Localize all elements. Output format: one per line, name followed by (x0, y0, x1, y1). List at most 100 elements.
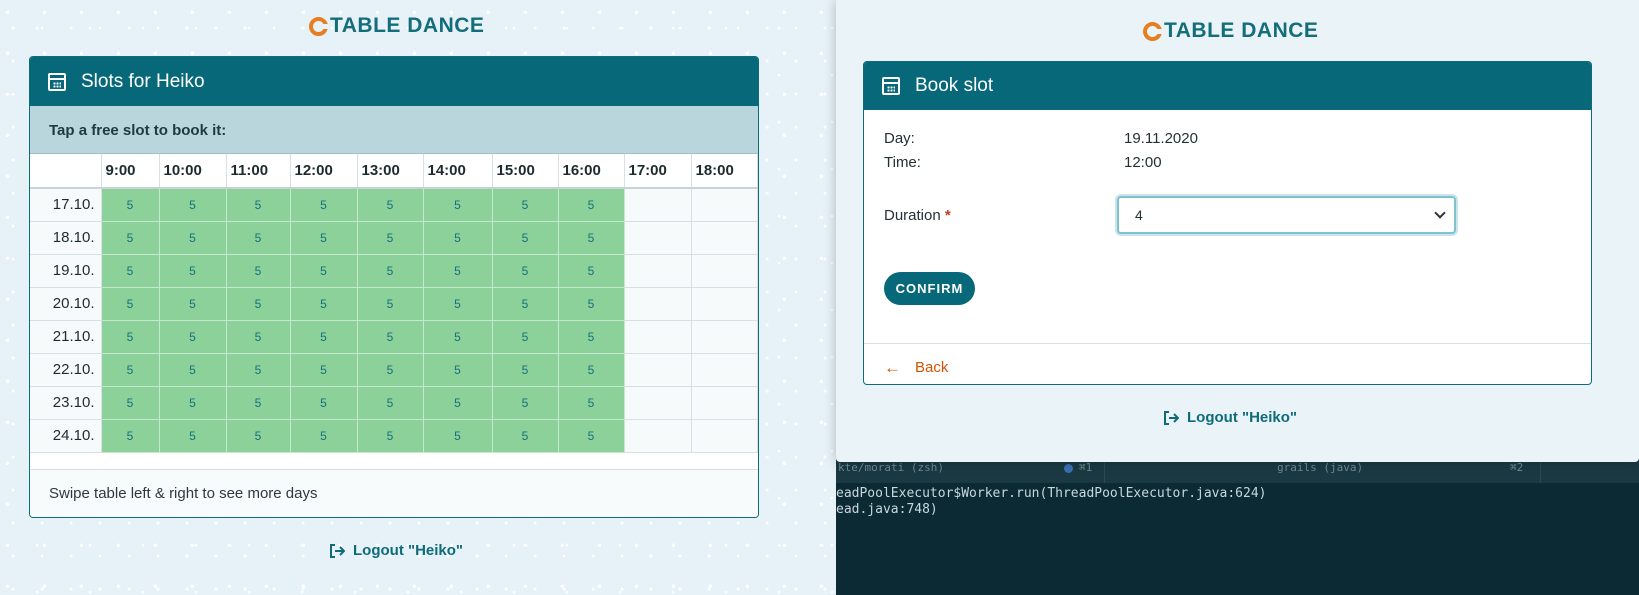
free-slot-cell[interactable]: 5 (101, 254, 160, 288)
free-slot-cell[interactable]: 5 (558, 386, 625, 420)
logout-link[interactable]: Logout "Heiko" (1163, 409, 1297, 426)
free-slot-cell[interactable]: 5 (492, 221, 559, 255)
free-slot-cell[interactable]: 5 (492, 419, 559, 453)
table-row: 17.10. 5 5 5 5 5 5 5 5 (30, 188, 758, 222)
table-row: 23.10. 5 5 5 5 5 5 5 5 (30, 386, 758, 420)
table-row: 21.10. 5 5 5 5 5 5 5 5 (30, 320, 758, 354)
free-slot-cell[interactable]: 5 (101, 353, 160, 387)
free-slot-cell[interactable]: 5 (159, 386, 227, 420)
logout-label: Logout "Heiko" (1187, 409, 1298, 426)
back-label: Back (915, 359, 949, 376)
free-slot-cell[interactable]: 5 (492, 320, 559, 354)
table-row: 19.10. 5 5 5 5 5 5 5 5 (30, 254, 758, 288)
duration-label: Duration * (884, 207, 1117, 224)
hour-header: 9:00 (101, 154, 160, 189)
free-slot-cell[interactable]: 5 (357, 320, 424, 354)
time-value: 12:00 (1124, 154, 1162, 171)
empty-slot-cell (691, 188, 758, 222)
free-slot-cell[interactable]: 5 (492, 353, 559, 387)
table-row: 20.10. 5 5 5 5 5 5 5 5 (30, 287, 758, 321)
logout-link[interactable]: Logout "Heiko" (329, 542, 463, 559)
free-slot-cell[interactable]: 5 (226, 188, 291, 222)
free-slot-cell[interactable]: 5 (290, 221, 358, 255)
free-slot-cell[interactable]: 5 (290, 254, 358, 288)
free-slot-cell[interactable]: 5 (290, 320, 358, 354)
free-slot-cell[interactable]: 5 (558, 254, 625, 288)
free-slot-cell[interactable]: 5 (101, 386, 160, 420)
empty-slot-cell (691, 254, 758, 288)
free-slot-cell[interactable]: 5 (159, 419, 227, 453)
free-slot-cell[interactable]: 5 (226, 320, 291, 354)
empty-slot-cell (624, 188, 692, 222)
free-slot-cell[interactable]: 5 (226, 287, 291, 321)
slots-header-row: 9:00 10:00 11:00 12:00 13:00 14:00 15:00… (30, 154, 758, 189)
free-slot-cell[interactable]: 5 (159, 254, 227, 288)
free-slot-cell[interactable]: 5 (226, 353, 291, 387)
free-slot-cell[interactable]: 5 (423, 386, 493, 420)
free-slot-cell[interactable]: 5 (226, 254, 291, 288)
logout-icon (1164, 410, 1179, 425)
free-slot-cell[interactable]: 5 (492, 188, 559, 222)
free-slot-cell[interactable]: 5 (357, 386, 424, 420)
free-slot-cell[interactable]: 5 (357, 353, 424, 387)
free-slot-cell[interactable]: 5 (101, 287, 160, 321)
free-slot-cell[interactable]: 5 (290, 386, 358, 420)
free-slot-cell[interactable]: 5 (290, 188, 358, 222)
free-slot-cell[interactable]: 5 (226, 221, 291, 255)
time-row: Time: 12:00 (884, 154, 1571, 178)
table-row: 22.10. 5 5 5 5 5 5 5 5 (30, 353, 758, 387)
free-slot-cell[interactable]: 5 (492, 254, 559, 288)
free-slot-cell[interactable]: 5 (423, 287, 493, 321)
duration-select[interactable]: 4 (1117, 196, 1456, 234)
free-slot-cell[interactable]: 5 (558, 287, 625, 321)
free-slot-cell[interactable]: 5 (558, 320, 625, 354)
free-slot-cell[interactable]: 5 (492, 287, 559, 321)
free-slot-cell[interactable]: 5 (226, 419, 291, 453)
free-slot-cell[interactable]: 5 (290, 353, 358, 387)
day-label: 20.10. (30, 287, 102, 321)
free-slot-cell[interactable]: 5 (558, 188, 625, 222)
free-slot-cell[interactable]: 5 (423, 221, 493, 255)
free-slot-cell[interactable]: 5 (159, 320, 227, 354)
app-logo[interactable]: TABLE DANCE (1143, 19, 1318, 43)
day-label: 24.10. (30, 419, 102, 453)
free-slot-cell[interactable]: 5 (423, 419, 493, 453)
free-slot-cell[interactable]: 5 (558, 419, 625, 453)
free-slot-cell[interactable]: 5 (423, 188, 493, 222)
free-slot-cell[interactable]: 5 (357, 221, 424, 255)
back-link[interactable]: ← Back (864, 343, 1591, 384)
free-slot-cell[interactable]: 5 (357, 419, 424, 453)
free-slot-cell[interactable]: 5 (159, 221, 227, 255)
free-slot-cell[interactable]: 5 (558, 353, 625, 387)
free-slot-cell[interactable]: 5 (101, 320, 160, 354)
free-slot-cell[interactable]: 5 (159, 188, 227, 222)
free-slot-cell[interactable]: 5 (492, 386, 559, 420)
free-slot-cell[interactable]: 5 (290, 419, 358, 453)
logo-mark-icon (309, 16, 328, 36)
free-slot-cell[interactable]: 5 (357, 188, 424, 222)
free-slot-cell[interactable]: 5 (423, 320, 493, 354)
free-slot-cell[interactable]: 5 (101, 419, 160, 453)
free-slot-cell[interactable]: 5 (159, 287, 227, 321)
logo-text: TABLE DANCE (1164, 19, 1319, 42)
hour-header: 11:00 (226, 154, 291, 189)
free-slot-cell[interactable]: 5 (159, 353, 227, 387)
terminal-tab-2[interactable]: grails (java) (1277, 461, 1363, 474)
confirm-button[interactable]: CONFIRM (884, 272, 975, 305)
swipe-hint: Swipe table left & right to see more day… (30, 469, 758, 517)
free-slot-cell[interactable]: 5 (101, 221, 160, 255)
empty-slot-cell (691, 320, 758, 354)
free-slot-cell[interactable]: 5 (226, 386, 291, 420)
free-slot-cell[interactable]: 5 (357, 254, 424, 288)
free-slot-cell[interactable]: 5 (423, 353, 493, 387)
free-slot-cell[interactable]: 5 (357, 287, 424, 321)
free-slot-cell[interactable]: 5 (423, 254, 493, 288)
free-slot-cell[interactable]: 5 (101, 188, 160, 222)
terminal-tab-1[interactable]: kte/morati (zsh) (838, 461, 944, 474)
terminal-tab-2-shortcut: ⌘2 (1510, 461, 1524, 474)
app-logo[interactable]: TABLE DANCE (309, 14, 484, 38)
free-slot-cell[interactable]: 5 (558, 221, 625, 255)
day-label: 22.10. (30, 353, 102, 387)
free-slot-cell[interactable]: 5 (290, 287, 358, 321)
time-label: Time: (884, 154, 921, 171)
